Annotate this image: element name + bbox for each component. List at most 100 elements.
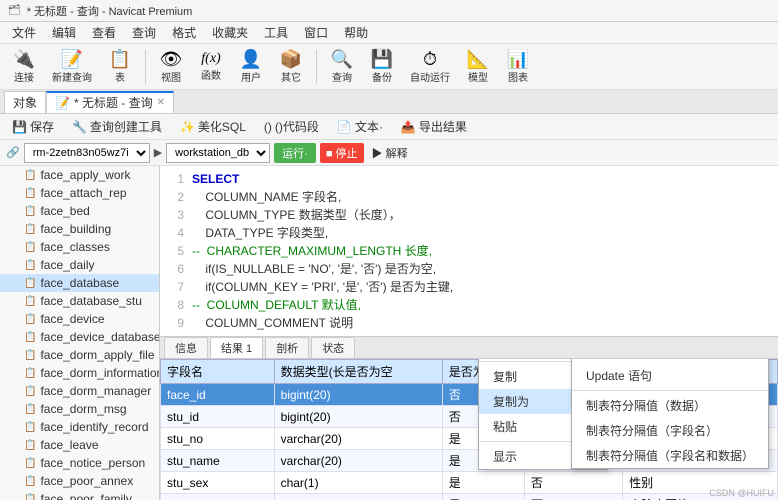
table-icon: 📋: [24, 242, 36, 253]
beautify-sql-button[interactable]: ✨ 美化SQL: [174, 116, 252, 137]
stop-button[interactable]: ■ 停止: [320, 143, 364, 163]
sidebar-item-face_dorm_information[interactable]: 📋face_dorm_information: [0, 364, 159, 382]
sidebar-item-face_classes[interactable]: 📋face_classes: [0, 238, 159, 256]
sidebar-item-face_poor_annex[interactable]: 📋face_poor_annex: [0, 472, 159, 490]
title-bar: 🗂 * 无标题 - 查询 - Navicat Premium: [0, 0, 778, 22]
run-button[interactable]: 运行·: [274, 143, 316, 163]
sidebar-item-face_leave[interactable]: 📋face_leave: [0, 436, 159, 454]
results-area: 信息结果 1剖析状态 字段名 数据类型(长是否为空 是否为空 是否为主键 说明: [160, 337, 778, 500]
menu-favorites[interactable]: 收藏夹: [204, 22, 256, 43]
toolbar-chart-label: 图表: [508, 69, 528, 84]
sidebar-item-face_notice_person[interactable]: 📋face_notice_person: [0, 454, 159, 472]
sidebar-item-face_database[interactable]: 📋face_database: [0, 274, 159, 292]
connection-select[interactable]: rm-2zetn83n05wz7i: [24, 143, 150, 163]
toolbar-other[interactable]: 📦 其它: [273, 48, 309, 86]
toolbar-divider-1: [145, 50, 146, 84]
user-icon: 👤: [240, 50, 262, 68]
ctx-display[interactable]: 显示 ▶ Insert 语句 Update 语句 制表符分隔值（数据） 制表符分…: [479, 444, 607, 469]
sidebar-item-face_daily[interactable]: 📋face_daily: [0, 256, 159, 274]
sql-editor[interactable]: 1SELECT2 COLUMN_NAME 字段名,3 COLUMN_TYPE 数…: [160, 166, 778, 337]
view-icon: 👁: [160, 50, 183, 68]
sql-line-6: 6 if(IS_NULLABLE = 'NO', '是', '否') 是否为空,: [168, 260, 770, 278]
watermark: CSDN @HUIFU: [709, 488, 774, 498]
toolbar-query[interactable]: 🔍 查询: [324, 48, 360, 86]
toolbar-chart[interactable]: 📊 图表: [500, 48, 536, 86]
toolbar-user[interactable]: 👤 用户: [233, 48, 269, 86]
sidebar-item-face_device[interactable]: 📋face_device: [0, 310, 159, 328]
results-wrapper: 字段名 数据类型(长是否为空 是否为空 是否为主键 说明 face_id big…: [160, 359, 778, 500]
sidebar-item-label: face_dorm_information: [40, 366, 159, 380]
table-icon: 📋: [24, 224, 36, 235]
tab-close-icon[interactable]: ✕: [157, 97, 165, 108]
sidebar-item-label: face_building: [40, 222, 111, 236]
tab-query[interactable]: 📝 * 无标题 - 查询 ✕: [46, 91, 174, 113]
sidebar-item-face_dorm_manager[interactable]: 📋face_dorm_manager: [0, 382, 159, 400]
submenu-tsv-fields[interactable]: 制表符分隔值（字段名）: [572, 418, 768, 443]
cell-type: bigint(20): [274, 406, 442, 428]
sidebar-item-face_apply_work[interactable]: 📋face_apply_work: [0, 166, 159, 184]
export-results-button[interactable]: 📤 导出结果: [395, 116, 473, 137]
menu-file[interactable]: 文件: [4, 22, 44, 43]
content-area: 1SELECT2 COLUMN_NAME 字段名,3 COLUMN_TYPE 数…: [160, 166, 778, 500]
sidebar-item-label: face_attach_rep: [40, 186, 126, 200]
sidebar-item-face_identify_record[interactable]: 📋face_identify_record: [0, 418, 159, 436]
sql-line-5: 5-- CHARACTER_MAXIMUM_LENGTH 长度,: [168, 242, 770, 260]
app-icon: 🗂: [8, 5, 21, 16]
sidebar-item-face_dorm_msg[interactable]: 📋face_dorm_msg: [0, 400, 159, 418]
save-button[interactable]: 💾 保存: [6, 116, 60, 137]
database-select[interactable]: workstation_db: [166, 143, 270, 163]
submenu-sep: [572, 390, 768, 391]
cell-field: stu_name: [161, 450, 275, 472]
menu-format[interactable]: 格式: [164, 22, 204, 43]
code-label: ()代码段: [275, 118, 319, 135]
sidebar: 📋face_apply_work📋face_attach_rep📋face_be…: [0, 166, 160, 500]
sidebar-item-face_building[interactable]: 📋 face_building: [0, 220, 159, 238]
toolbar-backup[interactable]: 💾 备份: [364, 48, 400, 86]
table-icon: 📋: [24, 260, 36, 271]
menu-help[interactable]: 帮助: [336, 22, 376, 43]
menu-view[interactable]: 查看: [84, 22, 124, 43]
sql-code-line: if(IS_NULLABLE = 'NO', '是', '否') 是否为空,: [192, 260, 436, 278]
sidebar-item-face_attach_rep[interactable]: 📋face_attach_rep: [0, 184, 159, 202]
result-tab-剖析[interactable]: 剖析: [265, 337, 309, 358]
toolbar-new-query[interactable]: 📝 新建查询: [46, 48, 98, 86]
toolbar-function[interactable]: f(x) 函数: [193, 50, 229, 84]
table-icon: 📋: [24, 386, 36, 397]
submenu-tsv-both[interactable]: 制表符分隔值（字段名和数据）: [572, 443, 768, 468]
text-button[interactable]: 📄 文本·: [331, 116, 389, 137]
toolbar-autorun[interactable]: ⏱ 自动运行: [404, 48, 456, 86]
tab-objects[interactable]: 对象: [4, 91, 46, 113]
table-row[interactable]: stu_sex char(1) 是 否 性别: [161, 472, 778, 494]
sql-code-line: if(COLUMN_KEY = 'PRI', '是', '否') 是否为主键,: [192, 278, 453, 296]
menu-query[interactable]: 查询: [124, 22, 164, 43]
submenu-tsv-data[interactable]: 制表符分隔值（数据）: [572, 393, 768, 418]
menu-window[interactable]: 窗口: [296, 22, 336, 43]
menu-tools[interactable]: 工具: [256, 22, 296, 43]
cell-field: face_id: [161, 384, 275, 406]
toolbar-model[interactable]: 📐 模型: [460, 48, 496, 86]
db-bar: 🔗 rm-2zetn83n05wz7i ▶ workstation_db 运行·…: [0, 140, 778, 166]
line-number: 2: [168, 188, 184, 206]
tab-bar: 对象 📝 * 无标题 - 查询 ✕: [0, 90, 778, 114]
sidebar-item-face_dorm_apply_file[interactable]: 📋face_dorm_apply_file: [0, 346, 159, 364]
sidebar-item-face_device_database[interactable]: 📋face_device_database: [0, 328, 159, 346]
code-snippet-button[interactable]: () ()代码段: [258, 116, 325, 137]
sidebar-item-face_bed[interactable]: 📋face_bed: [0, 202, 159, 220]
toolbar-table[interactable]: 📋 表: [102, 48, 138, 86]
submenu-update[interactable]: Update 语句: [572, 363, 768, 388]
result-tab-状态[interactable]: 状态: [311, 337, 355, 358]
query-builder-button[interactable]: 🔧 查询创建工具: [66, 116, 168, 137]
function-icon: f(x): [201, 52, 220, 66]
cell-nullable: 是: [442, 472, 524, 494]
explain-button[interactable]: ▶ 解释: [368, 143, 412, 163]
sidebar-item-face_database_stu[interactable]: 📋face_database_stu: [0, 292, 159, 310]
result-tab-信息[interactable]: 信息: [164, 337, 208, 358]
sidebar-item-label: face_database: [40, 276, 119, 290]
table-row[interactable]: picture_id varchar(100) 是 否 人脸库图片ID: [161, 494, 778, 500]
result-tab-结果-1[interactable]: 结果 1: [210, 337, 263, 358]
menu-edit[interactable]: 编辑: [44, 22, 84, 43]
toolbar-view[interactable]: 👁 视图: [153, 48, 189, 86]
sidebar-item-face_poor_family[interactable]: 📋face_poor_family: [0, 490, 159, 500]
toolbar-connect[interactable]: 🔌 连接: [6, 48, 42, 86]
new-query-icon: 📝: [61, 50, 83, 68]
